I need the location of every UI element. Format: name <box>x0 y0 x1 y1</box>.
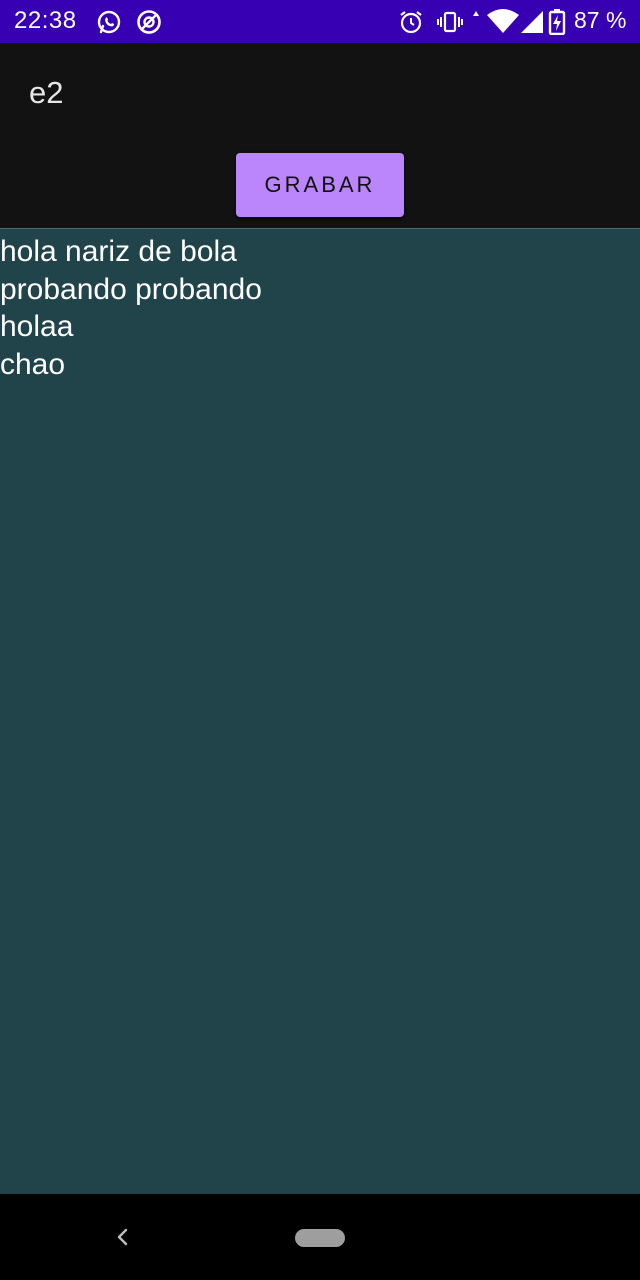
navigation-bar <box>0 1194 640 1280</box>
screen: 22:38 87 % e2 GRABAR hola nariz de bola … <box>0 0 640 1280</box>
text-line: probando probando <box>0 272 262 306</box>
text-lines: hola nariz de bola probando probando hol… <box>0 229 640 383</box>
vibrate-icon <box>437 11 463 33</box>
back-icon[interactable] <box>110 1224 136 1250</box>
text-line: hola nariz de bola <box>0 235 237 268</box>
app-title: e2 <box>29 75 64 110</box>
circle-slash-icon <box>137 10 161 34</box>
app-bar: e2 GRABAR <box>0 43 640 228</box>
status-time: 22:38 <box>14 7 77 34</box>
wifi-icon <box>487 9 519 33</box>
signal-icon <box>521 11 543 33</box>
text-content-area: hola nariz de bola probando probando hol… <box>0 228 640 1195</box>
status-bar: 22:38 87 % <box>0 0 640 43</box>
home-pill-icon[interactable] <box>295 1229 345 1247</box>
record-button[interactable]: GRABAR <box>236 153 404 217</box>
text-line: holaa <box>0 310 74 343</box>
alarm-icon <box>400 11 422 34</box>
battery-percent: 87 % <box>574 7 627 33</box>
text-line: chao <box>0 347 66 381</box>
battery-charging-icon <box>548 9 566 35</box>
whatsapp-icon <box>97 10 121 34</box>
